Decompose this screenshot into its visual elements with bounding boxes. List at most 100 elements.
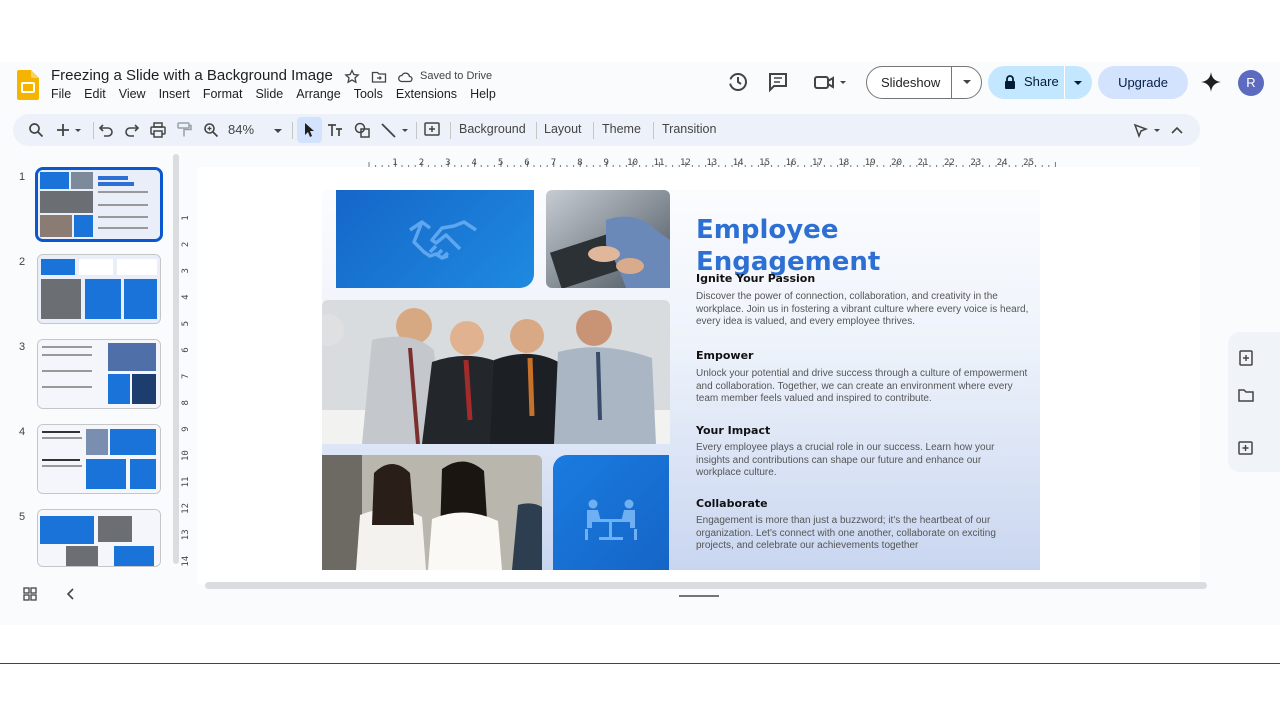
select-cursor-icon[interactable] bbox=[300, 121, 318, 139]
ruler-tick-label: 6 bbox=[181, 347, 191, 352]
ruler-tick-label: 12 bbox=[181, 503, 191, 514]
pen-select-icon[interactable] bbox=[1132, 121, 1168, 139]
menu-arrange[interactable]: Arrange bbox=[296, 87, 340, 101]
menu-edit[interactable]: Edit bbox=[84, 87, 106, 101]
slide-number: 3 bbox=[19, 341, 26, 353]
share-label: Share bbox=[1024, 74, 1059, 89]
toolbar: 84% Background Layout Theme Transition bbox=[13, 114, 1200, 146]
slideshow-label: Slideshow bbox=[881, 75, 941, 90]
shape-icon[interactable] bbox=[353, 121, 371, 139]
account-avatar[interactable]: R bbox=[1238, 70, 1264, 96]
slide-editor[interactable]: Employee Engagement Ignite Your Passion … bbox=[322, 190, 1040, 570]
menu-insert[interactable]: Insert bbox=[159, 87, 190, 101]
lock-icon bbox=[1005, 75, 1015, 89]
theme-button[interactable]: Theme bbox=[602, 122, 641, 136]
line-tool-icon[interactable] bbox=[379, 121, 411, 139]
ruler-tick-label: 2 bbox=[181, 242, 191, 247]
slide-number: 1 bbox=[19, 171, 26, 183]
slide-number: 4 bbox=[19, 426, 26, 438]
comments-icon[interactable] bbox=[766, 70, 790, 94]
people-at-table-icon bbox=[585, 499, 637, 540]
menu-slide[interactable]: Slide bbox=[255, 87, 283, 101]
chevron-down-icon[interactable] bbox=[1073, 80, 1083, 86]
section-heading[interactable]: Empower bbox=[696, 349, 753, 362]
handshake-tile[interactable] bbox=[336, 190, 534, 288]
section-heading[interactable]: Your Impact bbox=[696, 424, 770, 437]
menu-view[interactable]: View bbox=[119, 87, 146, 101]
print-icon[interactable] bbox=[149, 121, 167, 139]
slideshow-button[interactable]: Slideshow bbox=[866, 66, 982, 99]
handshake-icon bbox=[409, 220, 477, 260]
ruler-tick-label: 9 bbox=[181, 426, 191, 431]
window-border bbox=[0, 663, 1280, 664]
upgrade-button[interactable]: Upgrade bbox=[1098, 66, 1188, 99]
section-heading[interactable]: Collaborate bbox=[696, 497, 768, 510]
transition-button[interactable]: Transition bbox=[662, 122, 716, 136]
menu-help[interactable]: Help bbox=[470, 87, 496, 101]
zoom-icon[interactable] bbox=[202, 121, 220, 139]
colleagues-photo[interactable] bbox=[322, 455, 542, 570]
ruler-tick-label: 7 bbox=[181, 374, 191, 379]
ruler-tick-label: 5 bbox=[181, 321, 191, 326]
redo-icon[interactable] bbox=[123, 121, 141, 139]
collapse-filmstrip-icon[interactable] bbox=[63, 586, 79, 602]
cloud-saved-icon[interactable] bbox=[397, 69, 413, 85]
slide-thumbnail-5[interactable] bbox=[37, 509, 161, 567]
slide-thumbnail-3[interactable] bbox=[37, 339, 161, 409]
add-on-icon[interactable] bbox=[1236, 438, 1256, 458]
ruler-tick-label: 13 bbox=[181, 529, 191, 540]
chevron-down-icon[interactable] bbox=[962, 79, 972, 85]
title-line-1: Employee bbox=[696, 215, 839, 245]
meeting-photo[interactable] bbox=[322, 300, 670, 444]
undo-icon[interactable] bbox=[97, 121, 115, 139]
menu-tools[interactable]: Tools bbox=[354, 87, 383, 101]
teamwork-tile[interactable] bbox=[553, 455, 669, 570]
search-menus-icon[interactable] bbox=[27, 121, 45, 139]
ruler-tick-label: 8 bbox=[181, 400, 191, 405]
text-box-icon[interactable] bbox=[326, 121, 344, 139]
paint-format-icon[interactable] bbox=[175, 121, 193, 139]
vertical-ruler[interactable]: 1234567891011121314 bbox=[181, 192, 196, 572]
section-body[interactable]: Unlock your potential and drive success … bbox=[696, 368, 1036, 406]
keep-notes-icon[interactable] bbox=[1236, 348, 1256, 368]
grid-view-icon[interactable] bbox=[22, 586, 38, 602]
ruler-tick-label: 3 bbox=[181, 268, 191, 273]
section-body[interactable]: Every employee plays a crucial role in o… bbox=[696, 442, 1006, 480]
slide-thumbnail-4[interactable] bbox=[37, 424, 161, 494]
menu-file[interactable]: File bbox=[51, 87, 71, 101]
document-title[interactable]: Freezing a Slide with a Background Image bbox=[51, 67, 333, 84]
folder-icon[interactable] bbox=[1236, 385, 1256, 405]
move-folder-icon[interactable] bbox=[371, 69, 387, 85]
menu-extensions[interactable]: Extensions bbox=[396, 87, 457, 101]
horizontal-scrollbar[interactable] bbox=[205, 582, 1207, 589]
new-slide-icon[interactable] bbox=[55, 121, 85, 139]
slide-number: 2 bbox=[19, 256, 26, 268]
ruler-tick-label: 11 bbox=[181, 477, 191, 488]
comment-add-icon[interactable] bbox=[423, 121, 441, 139]
speaker-notes-drag-handle[interactable] bbox=[679, 595, 719, 597]
slide-thumbnail-1[interactable] bbox=[35, 167, 163, 242]
laptop-photo[interactable] bbox=[546, 190, 670, 288]
collapse-toolbar-icon[interactable] bbox=[1169, 121, 1185, 139]
zoom-dropdown-icon[interactable] bbox=[271, 121, 285, 139]
section-body[interactable]: Engagement is more than just a buzzword;… bbox=[696, 515, 996, 553]
slide-thumbnail-2[interactable] bbox=[37, 254, 161, 324]
slide-title[interactable]: Employee Engagement bbox=[696, 214, 880, 278]
gemini-sparkle-icon[interactable] bbox=[1199, 70, 1223, 94]
zoom-level[interactable]: 84% bbox=[228, 122, 254, 137]
menu-format[interactable]: Format bbox=[203, 87, 243, 101]
save-status: Saved to Drive bbox=[420, 70, 493, 82]
share-button[interactable]: Share bbox=[988, 66, 1092, 99]
slides-app: Freezing a Slide with a Background Image… bbox=[0, 62, 1280, 625]
ruler-tick-label: 1 bbox=[181, 215, 191, 220]
section-body[interactable]: Discover the power of connection, collab… bbox=[696, 291, 1036, 329]
filmstrip-scrollbar[interactable] bbox=[173, 154, 179, 564]
star-icon[interactable] bbox=[344, 69, 360, 85]
version-history-icon[interactable] bbox=[726, 70, 750, 94]
layout-button[interactable]: Layout bbox=[544, 122, 582, 136]
meet-video-icon[interactable] bbox=[812, 70, 850, 94]
menu-bar: File Edit View Insert Format Slide Arran… bbox=[51, 87, 509, 101]
background-button[interactable]: Background bbox=[459, 122, 526, 136]
section-heading[interactable]: Ignite Your Passion bbox=[696, 272, 815, 285]
slides-logo[interactable] bbox=[17, 70, 39, 100]
